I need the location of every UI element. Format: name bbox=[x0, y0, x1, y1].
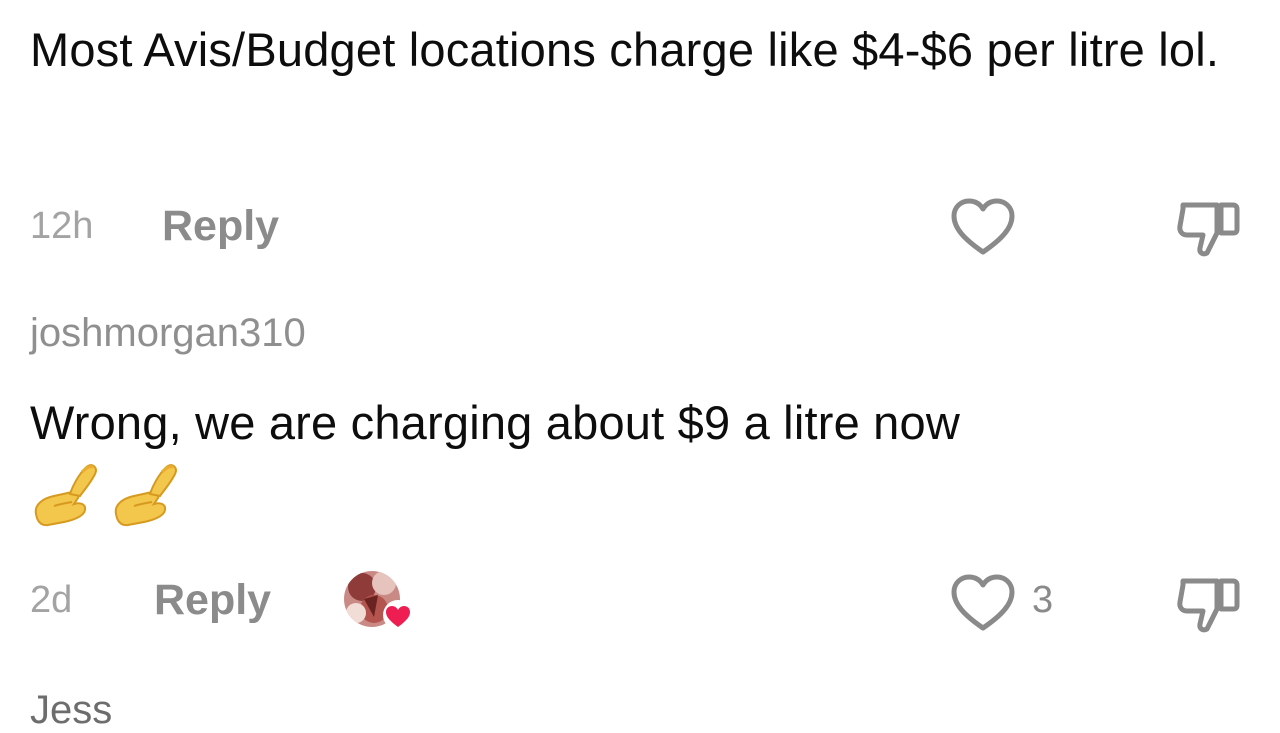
thumbs-down-outline-icon[interactable] bbox=[1173, 197, 1243, 259]
heart-outline-icon[interactable] bbox=[950, 573, 1016, 633]
comment-timestamp: 12h bbox=[30, 205, 94, 247]
heart-outline-icon[interactable] bbox=[950, 197, 1016, 257]
thumbs-down-outline-icon[interactable] bbox=[1173, 573, 1243, 635]
comment-actions: 2d Reply 3 bbox=[30, 571, 1250, 633]
pinched-fingers-emoji bbox=[114, 464, 177, 527]
comment-username[interactable]: joshmorgan310 bbox=[30, 311, 306, 356]
reply-button[interactable]: Reply bbox=[162, 202, 279, 251]
like-count: 3 bbox=[1032, 579, 1054, 621]
pinched-fingers-emoji bbox=[34, 464, 97, 527]
comment-username[interactable]: Jess bbox=[30, 688, 112, 733]
comment-text: Wrong, we are charging about $9 a litre … bbox=[30, 396, 960, 449]
reply-button[interactable]: Reply bbox=[154, 576, 271, 625]
comment-timestamp: 2d bbox=[30, 579, 73, 621]
creator-liked-avatar bbox=[344, 571, 413, 630]
comment-text: Most Avis/Budget locations charge like $… bbox=[30, 23, 1220, 76]
comment-actions: 12h Reply bbox=[30, 197, 1250, 257]
